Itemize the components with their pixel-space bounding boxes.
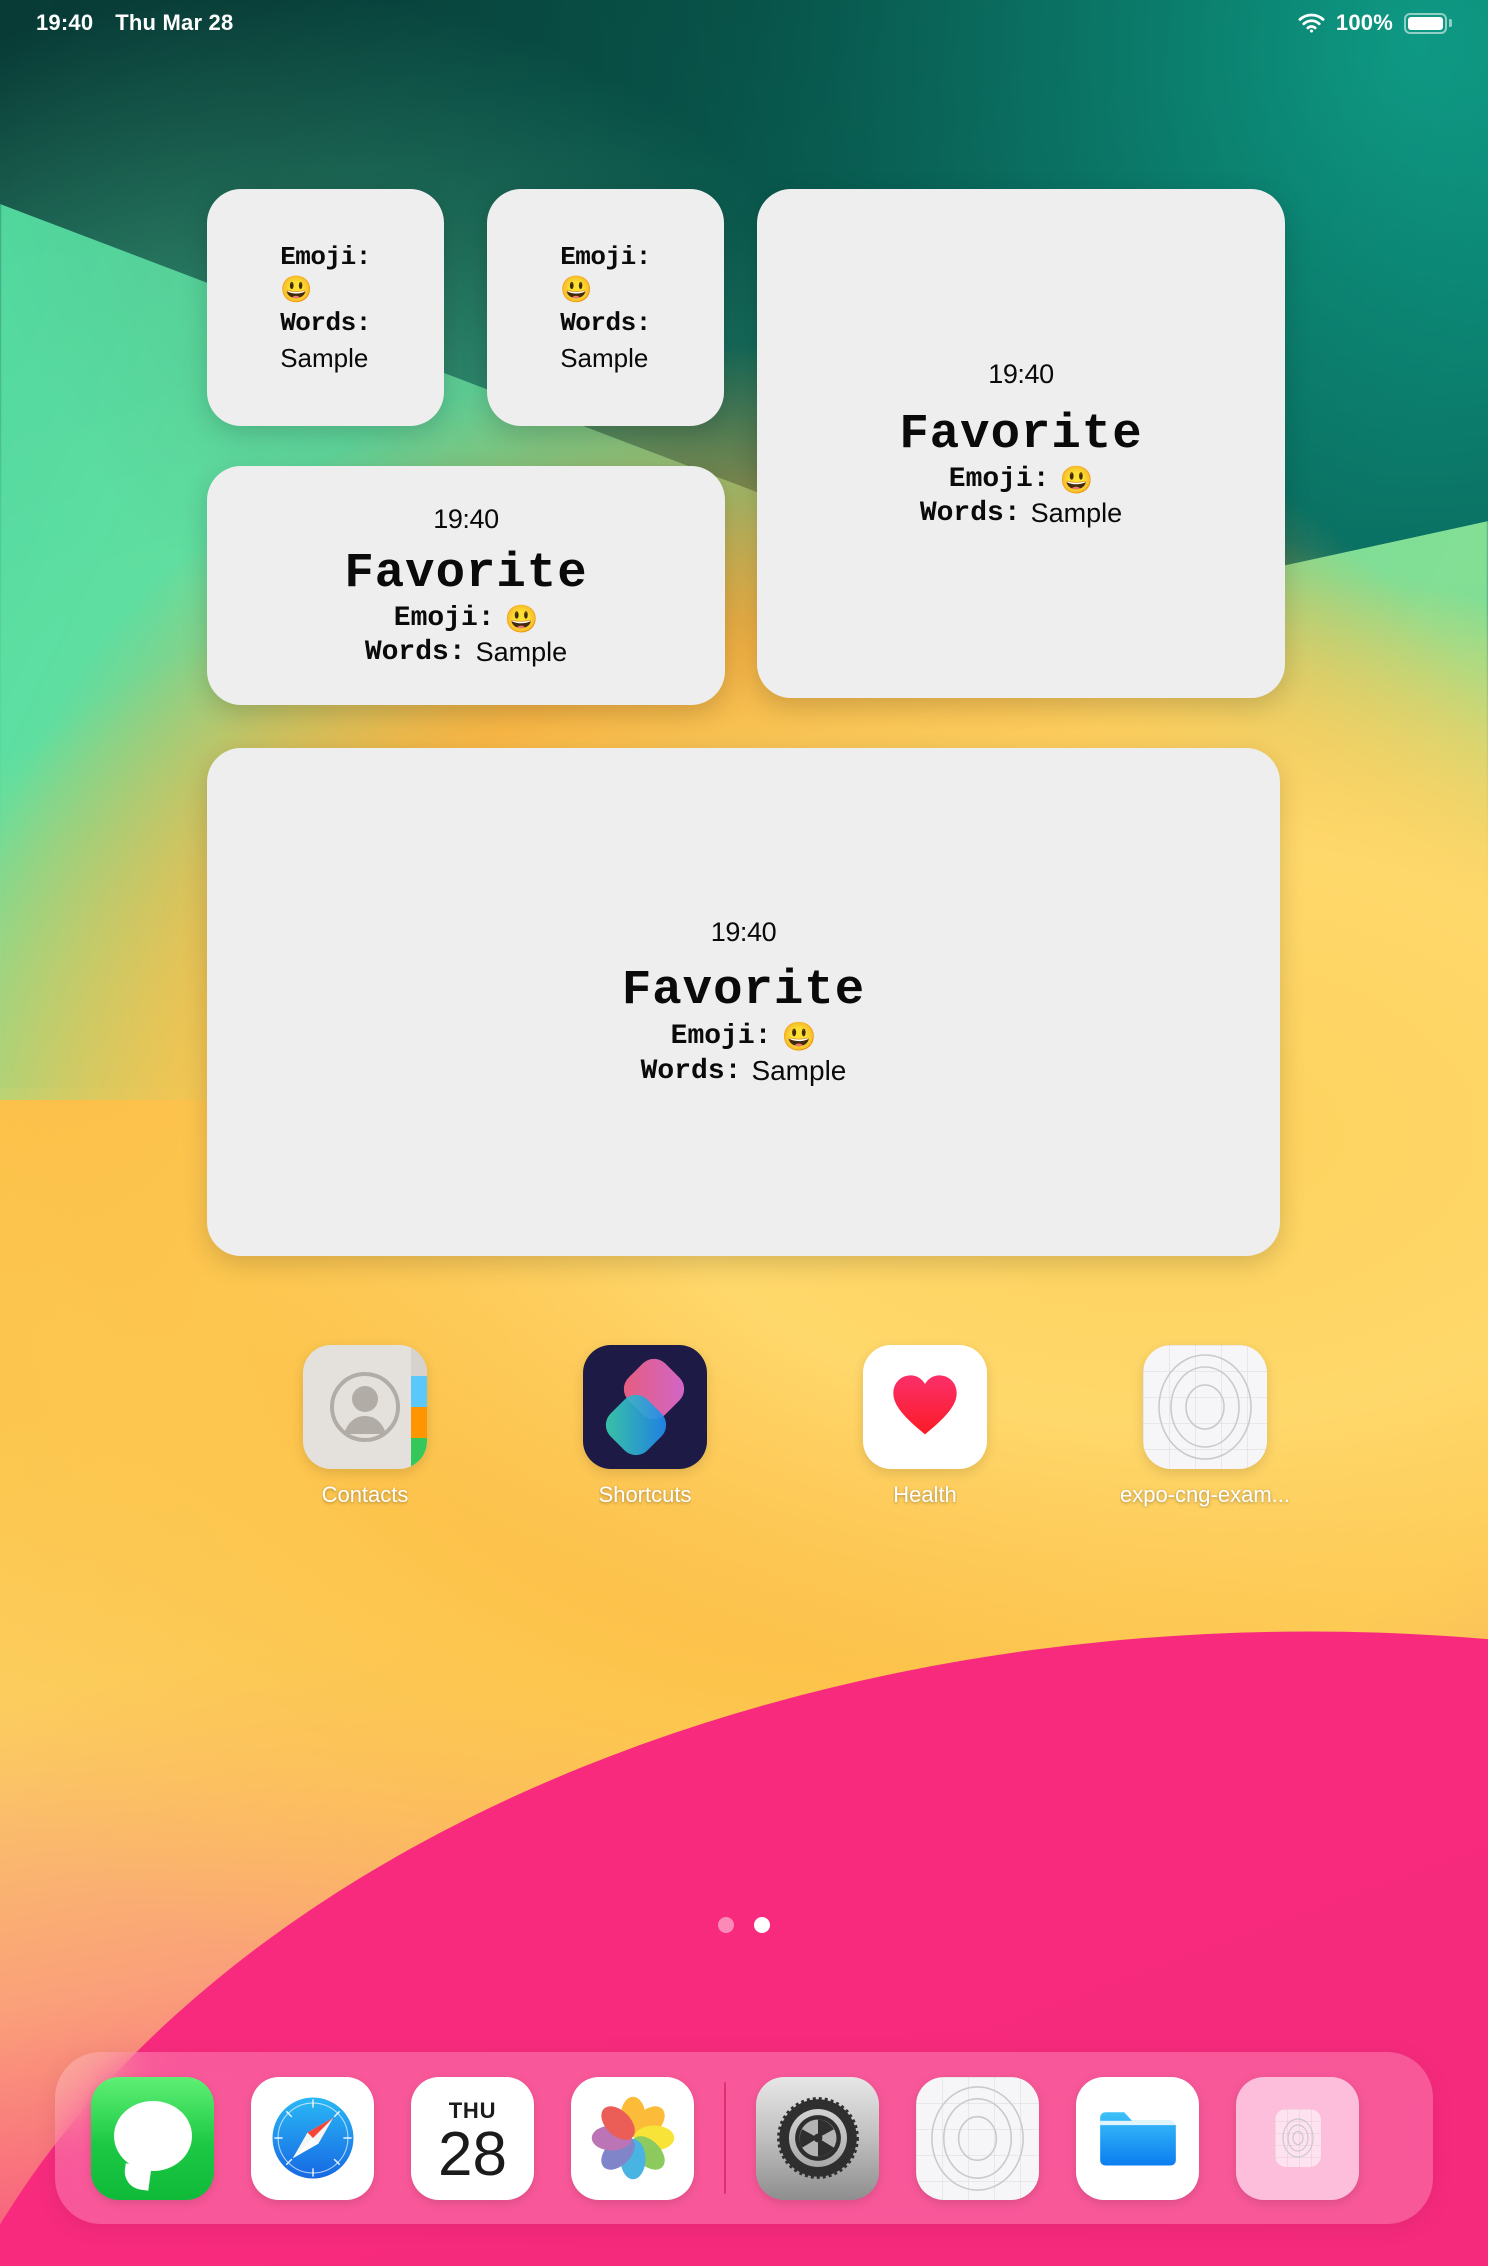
- dock-app-calendar[interactable]: THU 28: [411, 2076, 534, 2200]
- messages-bubble: [113, 2100, 192, 2171]
- widget-medium-left-content: 19:40 Favorite Emoji: 😃 Words: Sample: [207, 466, 725, 705]
- app-label: expo-cng-exam...: [1120, 1482, 1290, 1507]
- dock-separator: [724, 2082, 726, 2194]
- app-contacts[interactable]: Contacts: [225, 1345, 505, 1508]
- status-bar-right: 100%: [1298, 10, 1452, 36]
- words-label: Words:: [560, 307, 651, 338]
- dock-app-photos[interactable]: [571, 2076, 694, 2200]
- app-label: Contacts: [321, 1482, 409, 1507]
- widget-time: 19:40: [988, 358, 1054, 389]
- words-row: Words: Sample: [920, 498, 1122, 529]
- words-row: Words: Sample: [365, 637, 567, 668]
- status-bar-date: Thu Mar 28: [115, 10, 234, 35]
- words-label: Words:: [280, 307, 371, 338]
- dock-app-messages[interactable]: [91, 2076, 214, 2200]
- dock-app-recent[interactable]: [1236, 2076, 1359, 2200]
- recent-app-icon: [1274, 2109, 1321, 2167]
- emoji-value: 😃: [504, 603, 539, 634]
- settings-gear-icon: [776, 2097, 859, 2179]
- ipad-home-screen: 19:40 Thu Mar 28 100% Emoji: 😃 Words: Sa…: [0, 0, 1488, 2266]
- words-row: Words: Sample: [641, 1055, 847, 1087]
- files-folder-icon: [1099, 2112, 1176, 2166]
- status-bar: 19:40 Thu Mar 28 100%: [0, 0, 1488, 46]
- contacts-tab-strip: [411, 1345, 427, 1469]
- page-dot-1[interactable]: [718, 1917, 734, 1933]
- emoji-label: Emoji:: [393, 603, 495, 634]
- widget-small-1-stack: Emoji: 😃 Words: Sample: [280, 240, 371, 376]
- photos-icon: [591, 2096, 674, 2180]
- calendar-day-number: 28: [438, 2120, 507, 2190]
- emoji-row: Emoji: 😃: [671, 1020, 817, 1053]
- words-value: Sample: [280, 342, 369, 373]
- widget-large-content: 19:40 Favorite Emoji: 😃 Words: Sample: [207, 748, 1280, 1256]
- emoji-row: Emoji: 😃: [394, 603, 538, 635]
- dock-app-expo[interactable]: [916, 2076, 1039, 2200]
- contacts-icon: [303, 1345, 427, 1469]
- wifi-icon: [1298, 13, 1325, 33]
- words-value: Sample: [1030, 497, 1123, 528]
- emoji-label: Emoji:: [280, 241, 371, 272]
- emoji-label: Emoji:: [948, 464, 1050, 495]
- app-label: Shortcuts: [598, 1482, 692, 1507]
- words-label: Words:: [919, 497, 1021, 529]
- widget-large[interactable]: 19:40 Favorite Emoji: 😃 Words: Sample: [207, 748, 1280, 1256]
- home-screen-app-row: Contacts Shortcuts Health expo-cng-exam.…: [0, 1345, 1488, 1508]
- expo-app-icon: [931, 2085, 1024, 2191]
- shortcuts-icon: [583, 1345, 707, 1469]
- safari-icon: [272, 2097, 353, 2179]
- widget-small-2[interactable]: Emoji: 😃 Words: Sample: [487, 189, 724, 426]
- emoji-value: 😃: [280, 274, 313, 305]
- emoji-label: Emoji:: [560, 241, 651, 272]
- app-shortcuts[interactable]: Shortcuts: [505, 1345, 785, 1508]
- status-bar-time: 19:40: [36, 10, 94, 35]
- widget-small-2-content: Emoji: 😃 Words: Sample: [487, 189, 724, 426]
- page-dots[interactable]: [0, 1917, 1488, 1933]
- widget-medium-left[interactable]: 19:40 Favorite Emoji: 😃 Words: Sample: [207, 466, 725, 705]
- words-value: Sample: [560, 342, 649, 373]
- words-label: Words:: [364, 636, 466, 668]
- widget-title: Favorite: [621, 962, 866, 1018]
- dock-app-settings[interactable]: [756, 2076, 879, 2200]
- widget-time: 19:40: [433, 503, 499, 534]
- dock-app-safari[interactable]: [251, 2076, 374, 2200]
- widget-small-1[interactable]: Emoji: 😃 Words: Sample: [207, 189, 444, 426]
- app-label: Health: [893, 1482, 957, 1507]
- widget-time: 19:40: [710, 917, 777, 947]
- emoji-value: 😃: [1059, 464, 1094, 495]
- widget-small-1-content: Emoji: 😃 Words: Sample: [207, 189, 444, 426]
- widget-title: Favorite: [344, 544, 588, 601]
- words-label: Words:: [640, 1055, 742, 1087]
- page-dot-2[interactable]: [754, 1917, 770, 1933]
- dock: THU 28: [55, 2052, 1433, 2224]
- widget-title: Favorite: [899, 405, 1143, 462]
- emoji-value: 😃: [781, 1021, 817, 1052]
- widget-medium-right[interactable]: 19:40 Favorite Emoji: 😃 Words: Sample: [757, 189, 1285, 698]
- expo-app-icon: [1143, 1345, 1267, 1469]
- emoji-value: 😃: [560, 274, 593, 305]
- health-icon: [863, 1345, 987, 1469]
- status-bar-left: 19:40 Thu Mar 28: [36, 10, 233, 36]
- words-value: Sample: [475, 636, 568, 667]
- app-expo-cng-example[interactable]: expo-cng-exam...: [1065, 1345, 1345, 1508]
- words-value: Sample: [751, 1055, 847, 1086]
- emoji-row: Emoji: 😃: [949, 464, 1093, 496]
- emoji-label: Emoji:: [670, 1021, 772, 1052]
- battery-full-icon: [1404, 12, 1452, 34]
- dock-app-files[interactable]: [1076, 2076, 1199, 2200]
- app-health[interactable]: Health: [785, 1345, 1065, 1508]
- widget-small-2-stack: Emoji: 😃 Words: Sample: [560, 240, 651, 376]
- battery-percent-label: 100%: [1335, 10, 1393, 35]
- widget-medium-right-content: 19:40 Favorite Emoji: 😃 Words: Sample: [757, 189, 1285, 698]
